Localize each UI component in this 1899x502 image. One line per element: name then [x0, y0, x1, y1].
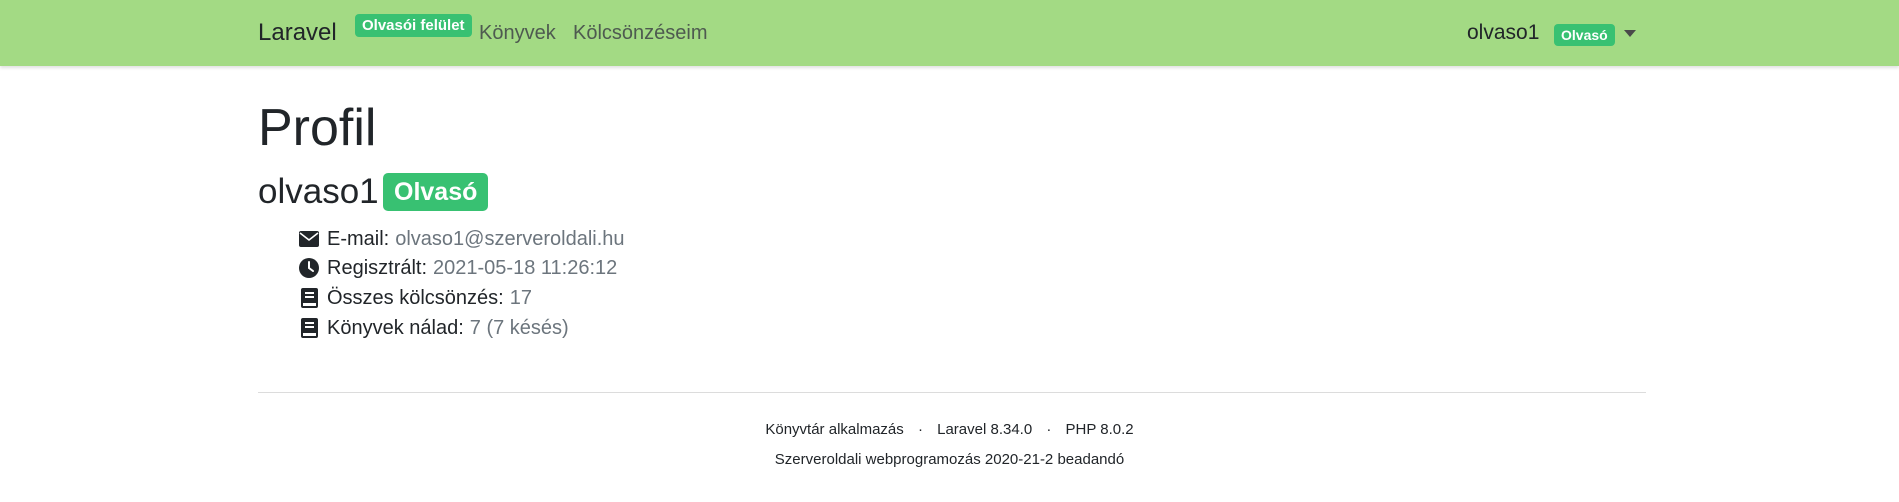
chevron-down-icon[interactable] — [1624, 30, 1636, 37]
footer-separator: · — [1046, 421, 1052, 438]
footer-versions: Könyvtár alkalmazás · Laravel 8.34.0 · P… — [0, 421, 1899, 438]
footer-php-version: PHP 8.0.2 — [1065, 421, 1134, 438]
books-with-you-label: Könyvek nálad: — [327, 316, 464, 339]
total-loans-label: Összes kölcsönzés: — [327, 286, 504, 309]
registered-value: 2021-05-18 11:26:12 — [433, 256, 618, 279]
profile-books-with-you-row: Könyvek nálad: 7 (7 késés) — [298, 314, 569, 342]
profile-registered-row: Regisztrált: 2021-05-18 11:26:12 — [298, 254, 617, 282]
profile-total-loans-row: Összes kölcsönzés: 17 — [298, 284, 532, 312]
user-role-badge[interactable]: Olvasó — [1554, 24, 1615, 46]
profile-role-badge: Olvasó — [383, 173, 489, 211]
footer-separator: · — [917, 421, 923, 438]
profile-email-row: E-mail: olvaso1@szerveroldali.hu — [298, 225, 625, 253]
registered-label: Regisztrált: — [327, 256, 428, 279]
footer-course-info: Szerveroldali webprogramozás 2020-21-2 b… — [774, 451, 1125, 468]
clock-icon — [298, 257, 320, 279]
books-with-you-value: 7 (7 késés) — [469, 316, 569, 339]
top-navbar: Laravel Olvasói felület Könyvek Kölcsönz… — [0, 0, 1899, 66]
reader-interface-badge: Olvasói felület — [355, 14, 472, 37]
email-value: olvaso1@szerveroldali.hu — [395, 227, 625, 250]
email-label: E-mail: — [327, 227, 390, 250]
user-menu-name[interactable]: olvaso1 — [1467, 21, 1539, 45]
profile-username: olvaso1 — [258, 172, 379, 211]
brand-link[interactable]: Laravel — [258, 19, 337, 47]
total-loans-value: 17 — [509, 286, 532, 309]
footer-app-name: Könyvtár alkalmazás — [765, 421, 904, 438]
footer-divider — [258, 392, 1646, 393]
nav-link-books[interactable]: Könyvek — [479, 22, 556, 45]
book-icon — [298, 287, 320, 309]
page-title: Profil — [258, 99, 377, 157]
envelope-icon — [298, 228, 320, 250]
book-icon — [298, 317, 320, 339]
nav-link-my-loans[interactable]: Kölcsönzéseim — [573, 22, 708, 45]
footer-laravel-version: Laravel 8.34.0 — [937, 421, 1033, 438]
